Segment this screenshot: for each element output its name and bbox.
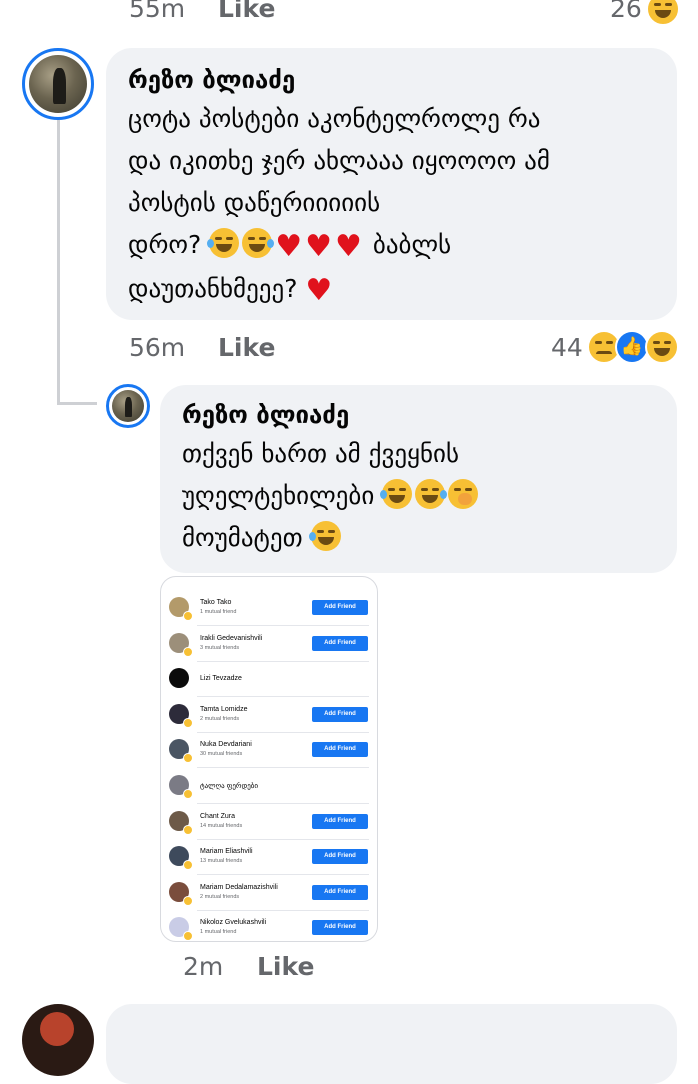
add-friend-button[interactable]: Add Friend xyxy=(312,600,368,615)
avatar[interactable] xyxy=(22,48,94,120)
comment-time: 55m xyxy=(129,0,186,23)
laugh-badge-icon xyxy=(183,717,193,728)
comment-line: ცოტა პოსტები აკონტელროლე რა xyxy=(128,104,541,133)
mutual-friends-count: 13 mutual friends xyxy=(200,858,243,865)
like-link[interactable]: Like xyxy=(218,0,275,23)
next-comment-bubble xyxy=(106,1004,677,1084)
add-friend-button[interactable]: Add Friend xyxy=(312,884,368,900)
friend-name[interactable]: Tamta Lomidze xyxy=(200,706,247,713)
friend-name[interactable]: Nikoloz Gvelukashvili xyxy=(200,919,266,926)
comment-line: დრო? ♥ ♥ ♥ ბაბლს xyxy=(128,224,655,268)
add-friend-button[interactable]: Add Friend xyxy=(312,813,368,829)
mutual-friends-count: 3 mutual friends xyxy=(200,644,240,651)
friend-suggestion-row[interactable]: Lizi Tevzadze xyxy=(161,661,377,698)
tears-of-joy-icon xyxy=(415,479,448,509)
mutual-friends-count: 2 mutual friends xyxy=(200,715,240,722)
laugh-reaction-icon xyxy=(645,330,679,364)
laugh-badge-icon xyxy=(183,646,193,657)
comment-line-text: დრო? xyxy=(128,230,202,259)
add-friend-button[interactable]: Add Friend xyxy=(312,920,368,936)
laugh-badge-icon xyxy=(183,860,193,871)
attached-image[interactable]: Tako Tako 1 mutual friend Add Friend Irakli… xyxy=(160,576,378,942)
comment-time: 56m xyxy=(129,333,186,362)
like-link[interactable]: Like xyxy=(257,952,314,981)
add-friend-button[interactable]: Add Friend xyxy=(312,706,368,722)
thread-line xyxy=(57,120,60,405)
friend-name[interactable]: Mariam Dedalamazishvili xyxy=(200,884,278,891)
mutual-friends-count: 1 mutual friend xyxy=(200,929,237,936)
friend-name[interactable]: Chant Zura xyxy=(200,813,235,820)
reply-bubble: რეზო ბლიაძე თქვენ ხართ ამ ქვეყნის უღელტე… xyxy=(160,385,677,573)
reply-text: თქვენ ხართ ამ ქვეყნის უღელტეხილები მოუმა… xyxy=(182,433,655,559)
comment-line: და იკითხე ჯერ ახლააა იყოოოო ამ xyxy=(128,146,550,175)
comment-line: პოსტის დაწერიიიიის xyxy=(128,188,381,217)
friend-suggestion-row[interactable]: ტალღა ფერდები xyxy=(161,768,377,804)
laugh-badge-icon xyxy=(183,753,193,764)
laugh-badge-icon xyxy=(183,824,193,835)
reply-time: 2m xyxy=(183,952,224,981)
friend-name[interactable]: Tako Tako xyxy=(200,599,231,606)
add-friend-button[interactable]: Add Friend xyxy=(312,849,368,865)
friend-avatar[interactable] xyxy=(169,668,189,689)
comment-bubble: რეზო ბლიაძე ცოტა პოსტები აკონტელროლე რა … xyxy=(106,48,677,320)
reaction-count-top[interactable]: 26 xyxy=(610,0,642,23)
reply-line-text: უღელტეხილები xyxy=(182,481,375,510)
friend-name[interactable]: Nuka Devdariani xyxy=(200,741,252,748)
laugh-reaction-icon xyxy=(646,0,680,26)
laugh-badge-icon xyxy=(183,789,193,799)
reply-line: თქვენ ხართ ამ ქვეყნის xyxy=(182,439,460,468)
heart-icon: ♥ xyxy=(335,229,362,264)
reaction-count[interactable]: 44 xyxy=(551,333,583,362)
comment-line-text: ბაბლს xyxy=(372,230,452,259)
reaction-count: 26 xyxy=(610,0,642,23)
reply-line: უღელტეხილები xyxy=(182,475,655,517)
heart-icon: ♥ xyxy=(305,229,333,264)
friend-suggestion-row[interactable]: Irakli Gedevanishvili 3 mutual friends Add… xyxy=(161,626,377,662)
comment-author[interactable]: რეზო ბლიაძე xyxy=(128,66,655,94)
friend-suggestion-row[interactable]: Nuka Devdariani 30 mutual friends Add Frie… xyxy=(161,732,377,769)
comment-meta-top: 55m Like xyxy=(129,0,275,23)
hand-over-mouth-icon xyxy=(448,479,479,509)
friend-name[interactable]: ტალღა ფერდები xyxy=(200,782,258,790)
laugh-badge-icon xyxy=(183,931,193,941)
reply-line: მოუმატეთ xyxy=(182,517,655,559)
comment-line: დაუთანხმეეე? ♥ xyxy=(128,268,655,312)
like-reaction-icon: 👍 xyxy=(615,330,649,364)
reply-avatar[interactable] xyxy=(106,384,150,428)
add-friend-button[interactable]: Add Friend xyxy=(312,742,368,758)
comment-text: ცოტა პოსტები აკონტელროლე რა და იკითხე ჯე… xyxy=(128,98,655,312)
friend-suggestion-row[interactable]: Chant Zura 14 mutual friends Add Friend xyxy=(161,804,377,840)
friend-name[interactable]: Mariam Eliashvili xyxy=(200,848,253,855)
mutual-friends-count: 2 mutual friends xyxy=(200,893,240,900)
reply-author[interactable]: რეზო ბლიაძე xyxy=(182,401,655,429)
tears-of-joy-icon xyxy=(242,228,275,258)
friend-name[interactable]: Lizi Tevzadze xyxy=(200,675,242,682)
mutual-friends-count: 14 mutual friends xyxy=(200,822,243,829)
comment-meta: 56m Like xyxy=(129,333,275,362)
tears-of-joy-icon xyxy=(380,479,413,509)
laugh-badge-icon xyxy=(183,895,193,906)
friend-suggestion-row[interactable]: Nikoloz Gvelukashvili 1 mutual friend Add … xyxy=(161,910,377,941)
comment-line-text: დაუთანხმეეე? xyxy=(128,274,298,303)
tears-of-joy-icon xyxy=(207,228,240,258)
mutual-friends-count: 1 mutual friend xyxy=(200,609,237,615)
friend-suggestion-row[interactable]: Tako Tako 1 mutual friend Add Friend xyxy=(161,590,377,626)
friend-name[interactable]: Irakli Gedevanishvili xyxy=(200,635,262,642)
heart-icon: ♥ xyxy=(275,229,303,264)
like-link[interactable]: Like xyxy=(218,333,275,362)
reply-meta: 2m Like xyxy=(183,952,314,981)
add-friend-button[interactable]: Add Friend xyxy=(312,635,368,651)
friend-suggestion-row[interactable]: Mariam Eliashvili 13 mutual friends Add Fr… xyxy=(161,839,377,876)
mutual-friends-count: 30 mutual friends xyxy=(200,751,243,758)
friend-suggestion-row[interactable]: Mariam Dedalamazishvili 2 mutual friends A… xyxy=(161,875,377,911)
next-comment-avatar[interactable] xyxy=(22,1004,94,1076)
thread-line-elbow xyxy=(57,402,97,405)
friend-suggestion-row[interactable]: Tamta Lomidze 2 mutual friends Add Friend xyxy=(161,697,377,733)
reply-line-text: მოუმატეთ xyxy=(182,523,303,552)
laugh-badge-icon xyxy=(183,611,193,621)
heart-icon: ♥ xyxy=(305,273,333,308)
tears-of-joy-icon xyxy=(308,521,341,551)
